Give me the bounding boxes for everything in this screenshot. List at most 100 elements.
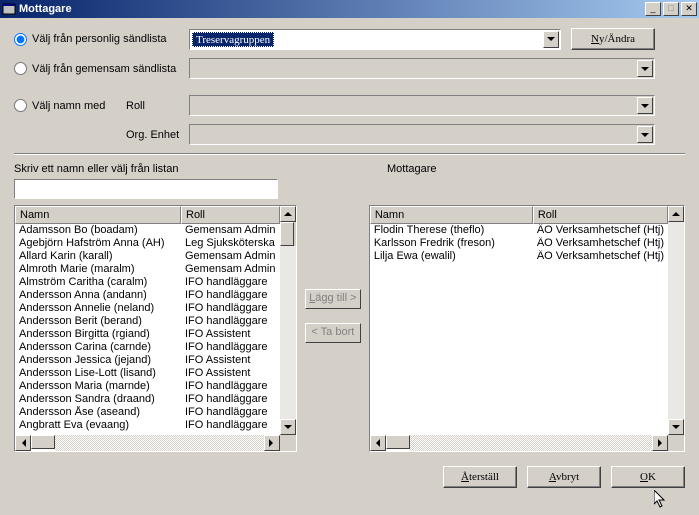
available-list[interactable]: Namn Roll Adamsson Bo (boadam)Gemensam A… <box>14 205 297 452</box>
chevron-down-icon[interactable] <box>637 97 653 114</box>
ny-andra-button[interactable]: Ny/Ändra <box>571 28 655 50</box>
radio-personal-input[interactable] <box>14 33 27 46</box>
cell-role: IFO Assistent <box>181 354 280 367</box>
chevron-down-icon[interactable] <box>637 60 653 77</box>
cell-role: Gemensam Admin <box>181 263 280 276</box>
cell-role: IFO Assistent <box>181 367 280 380</box>
list-header: Namn Roll <box>15 206 280 224</box>
vertical-scrollbar[interactable] <box>668 206 684 435</box>
cell-role: Leg Sjuksköterska <box>181 237 280 250</box>
scroll-right-icon[interactable] <box>652 435 668 451</box>
cell-role: Gemensam Admin <box>181 250 280 263</box>
list-item[interactable]: Almroth Marie (maralm)Gemensam Admin <box>15 263 280 276</box>
scroll-track[interactable] <box>55 435 264 451</box>
scroll-thumb[interactable] <box>386 435 410 449</box>
list-item[interactable]: Andersson Maria (marnde)IFO handläggare <box>15 380 280 393</box>
list-item[interactable]: Andersson Birgitta (rgiand)IFO Assistent <box>15 328 280 341</box>
list-item[interactable]: Andersson Berit (berand)IFO handläggare <box>15 315 280 328</box>
scroll-thumb[interactable] <box>280 222 294 246</box>
list-item[interactable]: Andersson Åse (aseand)IFO handläggare <box>15 406 280 419</box>
scroll-track[interactable] <box>410 435 652 451</box>
ok-button[interactable]: OK <box>611 466 685 488</box>
cell-name: Lilja Ewa (ewalil) <box>370 250 533 263</box>
label-type-or-pick: Skriv ett namn eller välj från listan <box>14 163 387 175</box>
add-button[interactable]: Lägg till > <box>305 289 361 309</box>
scroll-track[interactable] <box>668 222 684 419</box>
horizontal-scrollbar[interactable] <box>370 435 684 451</box>
name-search-input[interactable] <box>14 179 278 199</box>
close-button[interactable]: ✕ <box>681 2 697 16</box>
scroll-left-icon[interactable] <box>15 435 31 451</box>
vertical-scrollbar[interactable] <box>280 206 296 435</box>
list-item[interactable]: Andersson Anna (andann)IFO handläggare <box>15 289 280 302</box>
cell-role: ÄO Verksamhetschef (Htj) <box>533 250 668 263</box>
combo-shared-list[interactable] <box>189 58 655 79</box>
combo-personal-list[interactable]: Treservagruppen <box>189 29 561 50</box>
list-item[interactable]: Andersson Sandra (draand)IFO handläggare <box>15 393 280 406</box>
list-item[interactable]: Andersson Annelie (neland)IFO handläggar… <box>15 302 280 315</box>
radio-shared-input[interactable] <box>14 62 27 75</box>
remove-button[interactable]: < Ta bort <box>305 323 361 343</box>
scroll-right-icon[interactable] <box>264 435 280 451</box>
list-item[interactable]: Flodin Therese (theflo)ÄO Verksamhetsche… <box>370 224 668 237</box>
scroll-left-icon[interactable] <box>370 435 386 451</box>
list-item[interactable]: Karlsson Fredrik (freson)ÄO Verksamhetsc… <box>370 237 668 250</box>
minimize-button[interactable]: _ <box>645 2 661 16</box>
cell-role: IFO handläggare <box>181 276 280 289</box>
cell-name: Andersson Carina (carnde) <box>15 341 181 354</box>
scroll-thumb[interactable] <box>31 435 55 449</box>
window-title: Mottagare <box>19 3 643 15</box>
col-name[interactable]: Namn <box>15 206 181 224</box>
list-item[interactable]: Allard Karin (karall)Gemensam Admin <box>15 250 280 263</box>
chevron-down-icon[interactable] <box>637 126 653 143</box>
horizontal-scrollbar[interactable] <box>15 435 296 451</box>
scroll-down-icon[interactable] <box>668 419 684 435</box>
list-item[interactable]: Andersson Jessica (jejand)IFO Assistent <box>15 354 280 367</box>
list-item[interactable]: Andersson Carina (carnde)IFO handläggare <box>15 341 280 354</box>
app-icon <box>2 2 16 16</box>
scroll-up-icon[interactable] <box>668 206 684 222</box>
list-item[interactable]: Agebjörn Hafström Anna (AH)Leg Sjuksköte… <box>15 237 280 250</box>
col-role[interactable]: Roll <box>533 206 668 224</box>
list-item[interactable]: Lilja Ewa (ewalil)ÄO Verksamhetschef (Ht… <box>370 250 668 263</box>
cancel-button[interactable]: Avbryt <box>527 466 601 488</box>
cell-name: Andersson Maria (marnde) <box>15 380 181 393</box>
cell-role: IFO handläggare <box>181 419 280 432</box>
cell-name: Agebjörn Hafström Anna (AH) <box>15 237 181 250</box>
list-item[interactable]: Andersson Lise-Lott (lisand)IFO Assisten… <box>15 367 280 380</box>
selected-list[interactable]: Namn Roll Flodin Therese (theflo)ÄO Verk… <box>369 205 685 452</box>
label-role: Roll <box>126 100 189 112</box>
titlebar: Mottagare _ □ ✕ <box>0 0 699 18</box>
chevron-down-icon[interactable] <box>543 31 559 48</box>
radio-by-name-input[interactable] <box>14 99 27 112</box>
scroll-up-icon[interactable] <box>280 206 296 222</box>
col-name[interactable]: Namn <box>370 206 533 224</box>
radio-by-name[interactable]: Välj namn med <box>14 99 126 112</box>
combo-personal-selected: Treservagruppen <box>192 32 274 47</box>
combo-role[interactable] <box>189 95 655 116</box>
cell-name: Flodin Therese (theflo) <box>370 224 533 237</box>
cell-role: IFO Assistent <box>181 328 280 341</box>
combo-org[interactable] <box>189 124 655 145</box>
cell-role: IFO handläggare <box>181 393 280 406</box>
list-item[interactable]: Almström Caritha (caralm)IFO handläggare <box>15 276 280 289</box>
list-item[interactable]: Angbratt Eva (evaang)IFO handläggare <box>15 419 280 432</box>
cell-name: Andersson Birgitta (rgiand) <box>15 328 181 341</box>
col-role[interactable]: Roll <box>181 206 280 224</box>
list-header: Namn Roll <box>370 206 668 224</box>
cell-name: Almström Caritha (caralm) <box>15 276 181 289</box>
scroll-track[interactable] <box>280 246 296 419</box>
cell-role: IFO handläggare <box>181 289 280 302</box>
radio-personal-list[interactable]: Välj från personlig sändlista <box>14 33 189 46</box>
cell-name: Andersson Åse (aseand) <box>15 406 181 419</box>
maximize-button[interactable]: □ <box>663 2 679 16</box>
cell-role: IFO handläggare <box>181 380 280 393</box>
cell-name: Allard Karin (karall) <box>15 250 181 263</box>
list-item[interactable]: Adamsson Bo (boadam)Gemensam Admin <box>15 224 280 237</box>
cell-role: IFO handläggare <box>181 302 280 315</box>
reset-button[interactable]: Återställ <box>443 466 517 488</box>
radio-shared-list[interactable]: Välj från gemensam sändlista <box>14 62 189 75</box>
scroll-down-icon[interactable] <box>280 419 296 435</box>
cell-name: Angbratt Eva (evaang) <box>15 419 181 432</box>
cell-role: ÄO Verksamhetschef (Htj) <box>533 224 668 237</box>
